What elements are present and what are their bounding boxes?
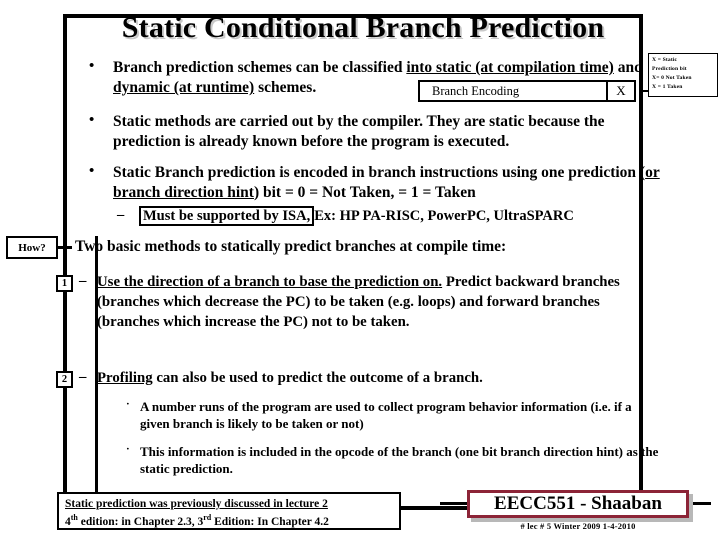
how-connector-horizontal [58, 246, 72, 249]
footer-meta-text: # lec # 5 Winter 2009 1-4-2010 [520, 521, 636, 531]
page-title: Static Conditional Branch Prediction [121, 11, 605, 44]
course-footer: EECC551 - Shaaban [467, 490, 689, 518]
isa-sub-bullet: – Must be supported by ISA, Ex: HP PA-RISC… [75, 205, 665, 227]
sub-point-2-text: This information is included in the opco… [140, 444, 659, 477]
dash-glyph-icon: – [117, 206, 125, 223]
bullet-glyph-icon: • [89, 58, 95, 74]
footer-connector-right [689, 502, 711, 505]
method-2-rest: can also be used to predict the outcome … [152, 370, 483, 386]
method-item-2: Profiling can also be used to predict th… [97, 369, 653, 389]
methods-intro-text: Two basic methods to statically predict … [75, 238, 507, 255]
legend-line-4: X = 1 Taken [652, 84, 683, 91]
bullet-1-underline-static: into static (at compilation time) [406, 59, 614, 76]
note-sup-th: th [70, 512, 78, 522]
bullet-list-3: • Static Branch prediction is encoded in … [75, 163, 665, 227]
sub-point-2: · This information is included in the opc… [126, 443, 660, 477]
lecture-reference-note: Static prediction was previously discuss… [57, 492, 401, 530]
legend-line-2: Prediction bit [652, 66, 687, 73]
prediction-bit-legend: X = Static Prediction bit X= 0 Not Taken… [648, 53, 718, 97]
isa-requirement-box: Must be supported by ISA, [139, 205, 315, 227]
method-1-underlined: Use the direction of a branch to base th… [97, 274, 443, 290]
how-badge[interactable]: How? [6, 236, 58, 259]
footer-connector-left [440, 502, 468, 505]
footer-connector-right-vertical [689, 496, 692, 510]
bullet-item-3: • Static Branch prediction is encoded in … [75, 163, 665, 204]
sub-bullet-glyph-icon: · [126, 398, 130, 410]
branch-encoding-label: Branch Encoding [432, 83, 520, 98]
legend-line-1: X = Static [652, 57, 678, 63]
note-line-2: 4th edition: in Chapter 2.3, 3rd Edition… [65, 513, 393, 530]
note-chapter-4th: edition: in Chapter 2.3, 3 [77, 515, 204, 528]
bullet-1-post: schemes. [254, 79, 317, 97]
method-number-2: 2 [56, 371, 73, 388]
legend-line-3: X= 0 Not Taken [652, 75, 692, 82]
sub-point-1-text: A number runs of the program are used to… [140, 399, 632, 432]
method-number-1: 1 [56, 275, 73, 292]
note-line-1: Static prediction was previously discuss… [65, 498, 328, 510]
bullet-1-pre: Branch prediction schemes can be classif… [113, 59, 407, 76]
bullet-glyph-icon: • [89, 112, 95, 128]
branch-encoding-table[interactable]: Branch Encoding X [418, 80, 636, 102]
slide-canvas: Static Conditional Branch Prediction • Br… [0, 0, 720, 540]
sub-bullet-glyph-icon: · [126, 443, 130, 455]
method-2-underlined: Profiling [97, 370, 153, 386]
bullet-3-post: ) bit = 0 = Not Taken, = 1 = Taken [253, 184, 476, 202]
how-connector-vertical [95, 236, 98, 498]
bullet-item-2: • Static methods are carried out by the c… [75, 112, 665, 153]
method-1-dash-icon: – [79, 273, 87, 289]
bullet-glyph-icon: • [89, 163, 95, 179]
bullet-1-underline-dynamic: dynamic (at runtime) [113, 79, 255, 97]
branch-encoding-bit-cell: X [606, 82, 634, 100]
bullet-3-pre: Static Branch prediction is encoded in b… [113, 164, 646, 181]
bullet-2-text: Static methods are carried out by the co… [113, 113, 605, 151]
note-chapter-3rd: Edition: In Chapter 4.2 [211, 515, 329, 528]
method-2-dash-icon: – [79, 369, 87, 385]
isa-examples: Ex: HP PA-RISC, PowerPC, UltraSPARC [314, 207, 574, 224]
course-badge: EECC551 - Shaaban [467, 490, 689, 518]
sub-point-1: · A number runs of the program are used t… [126, 398, 660, 432]
bullet-1-mid: and [613, 59, 643, 76]
method-item-1: Use the direction of a branch to base th… [97, 273, 653, 332]
bullet-list-2: • Static methods are carried out by the c… [75, 112, 665, 155]
